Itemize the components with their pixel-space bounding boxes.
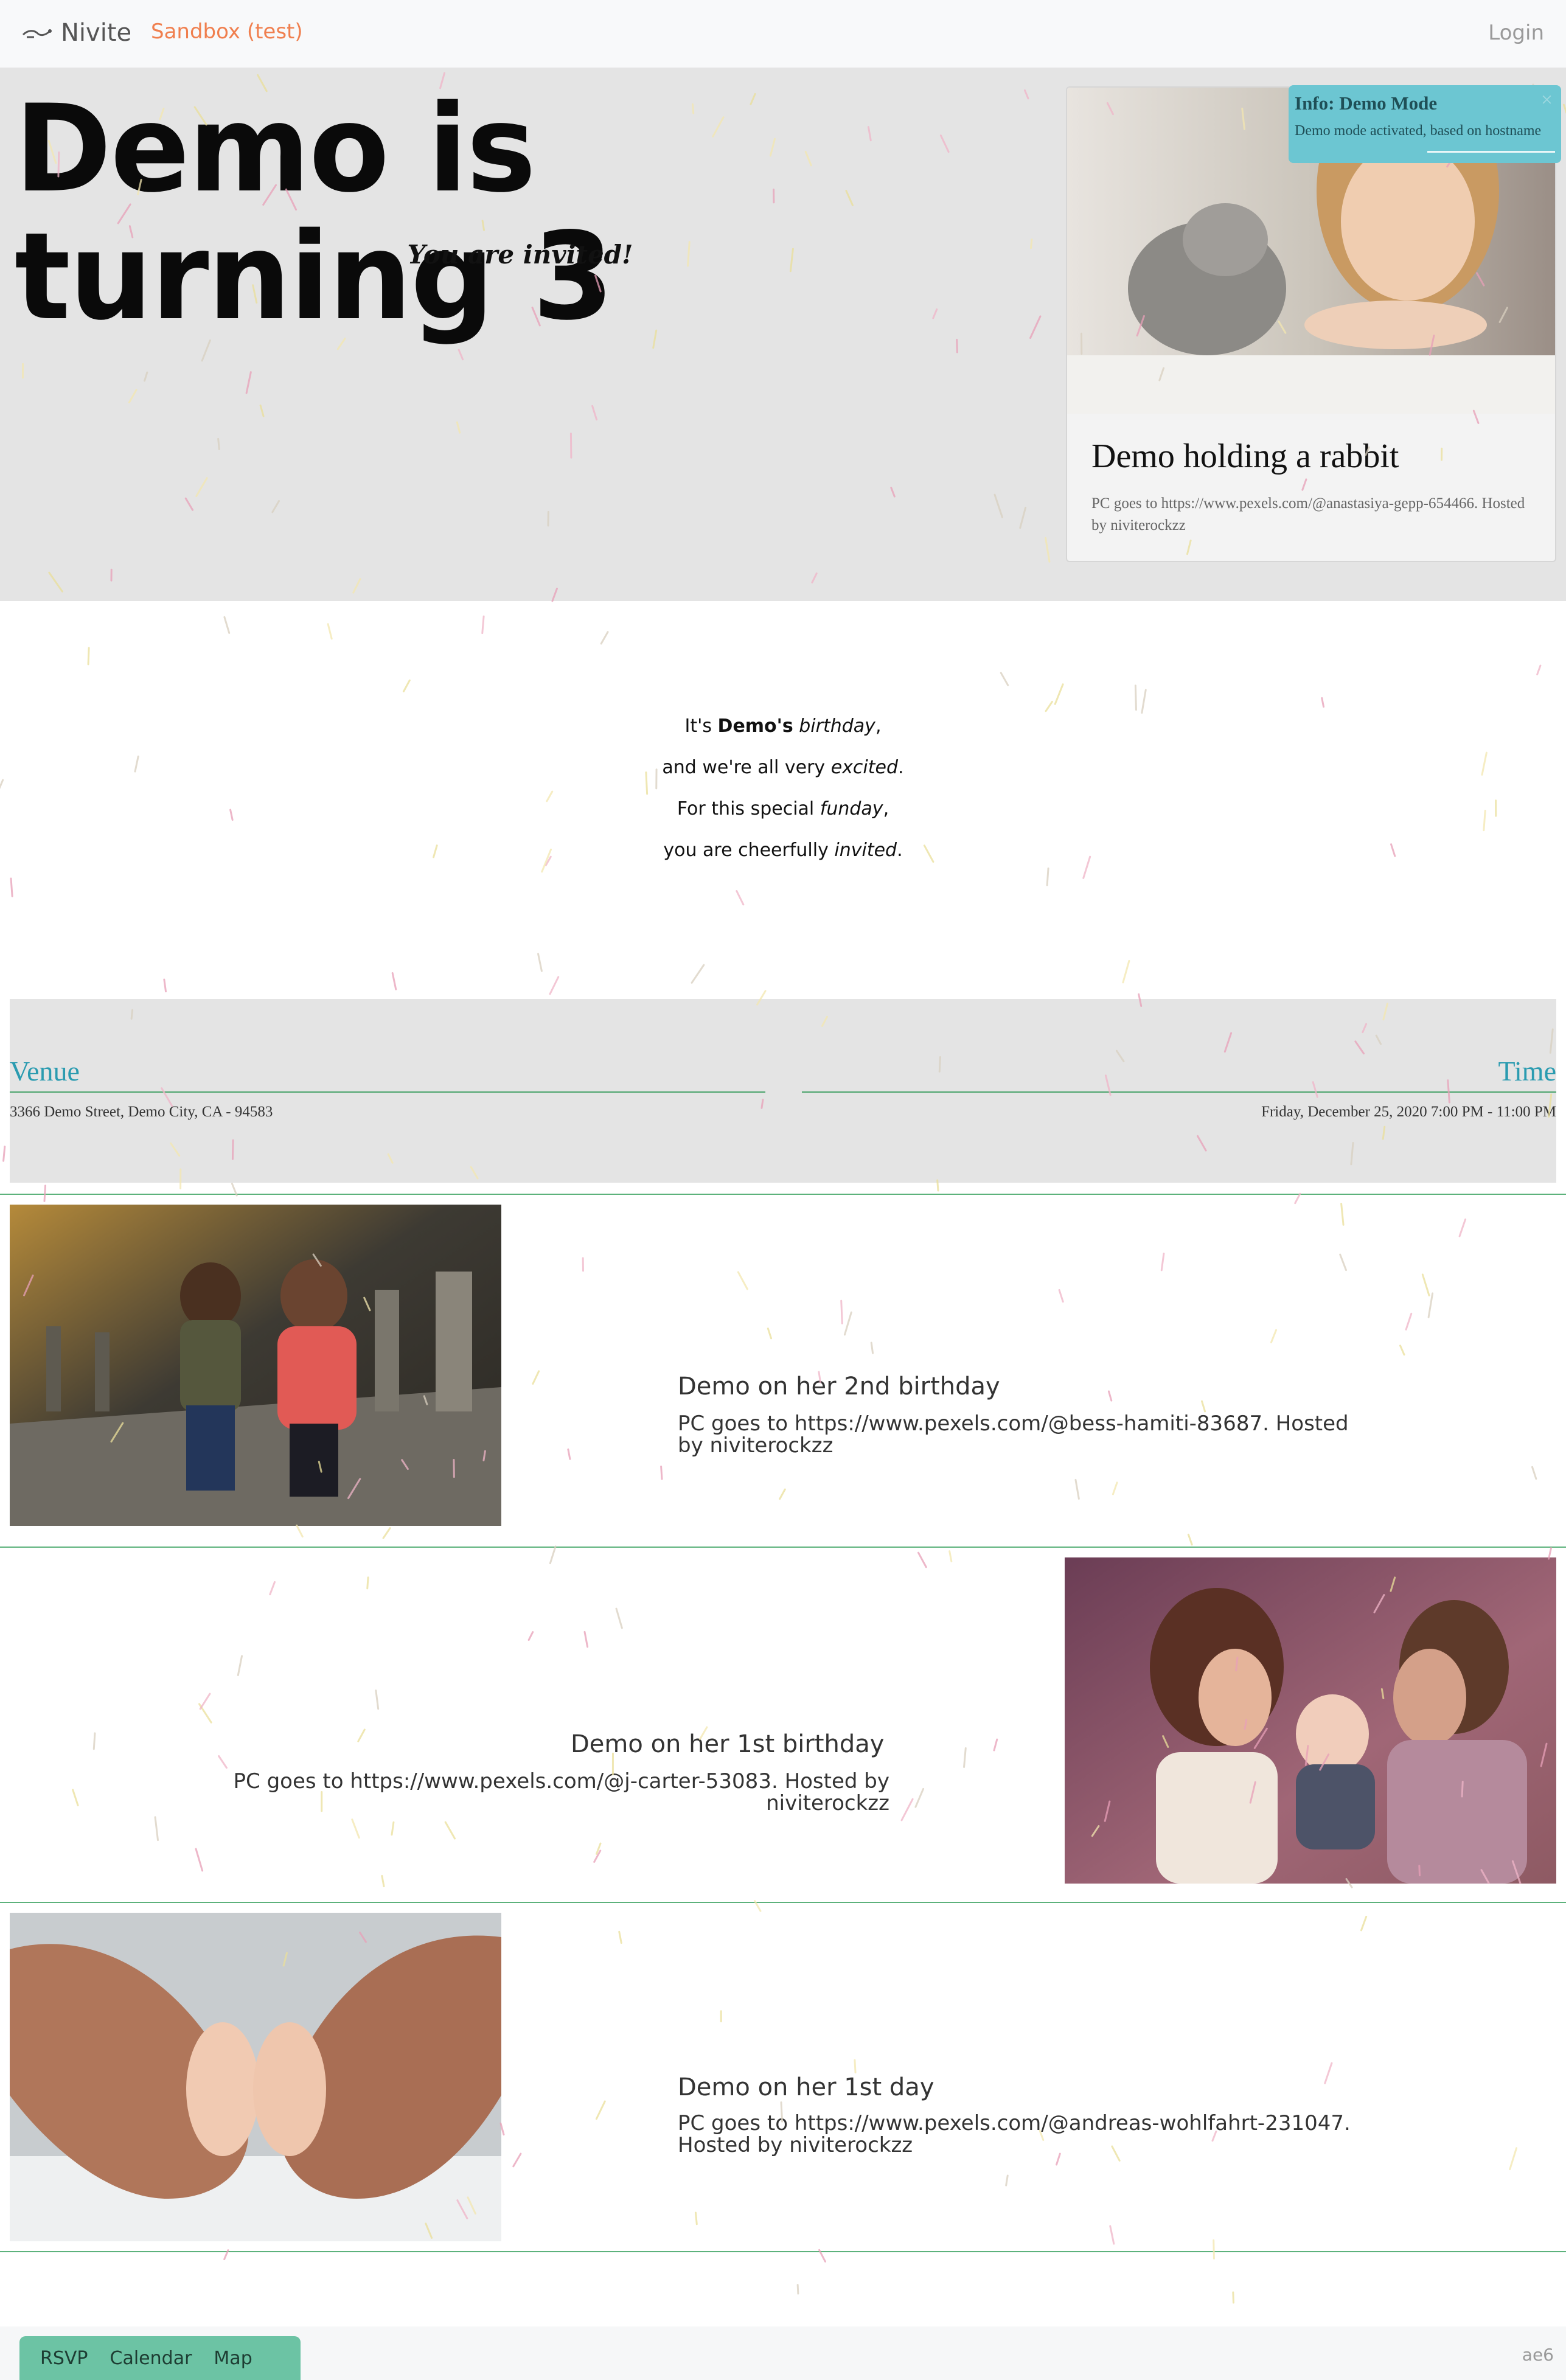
alert-message: Demo mode activated, based on hostname bbox=[1295, 123, 1542, 139]
hero-card-credit: PC goes to https://www.pexels.com/@anast… bbox=[1091, 495, 1525, 534]
divider bbox=[0, 1902, 1566, 1903]
environment-label: Sandbox (test) bbox=[151, 19, 303, 44]
gallery-item-title: Demo on her 1st day bbox=[678, 2073, 934, 2101]
gallery-item-credit: PC goes to https://www.pexels.com/@j-car… bbox=[233, 1769, 889, 1815]
confetti-streak bbox=[1122, 959, 1130, 984]
gallery-item-credit: PC goes to https://www.pexels.com/@andre… bbox=[678, 2111, 1351, 2157]
demo-mode-alert: Info: Demo Mode Demo mode activated, bas… bbox=[1289, 85, 1561, 163]
tab-calendar[interactable]: Calendar bbox=[88, 2348, 192, 2369]
confetti-streak bbox=[87, 647, 90, 666]
confetti-streak bbox=[327, 623, 333, 640]
poem-line: and we're all very excited. bbox=[662, 757, 904, 778]
confetti-streak bbox=[736, 890, 745, 906]
confetti-streak bbox=[549, 976, 560, 995]
confetti-streak bbox=[10, 877, 13, 897]
tab-rsvp[interactable]: RSVP bbox=[19, 2348, 88, 2369]
event-time[interactable]: Friday, December 25, 2020 7:00 PM - 11:0… bbox=[1261, 1104, 1556, 1121]
alert-timer-bar bbox=[1427, 151, 1555, 153]
time-heading: Time bbox=[1498, 1056, 1556, 1087]
bottom-tab-group: RSVP Calendar Map bbox=[19, 2336, 301, 2380]
bottom-navbar: RSVP Calendar Map ae6 bbox=[0, 2326, 1566, 2380]
confetti-streak bbox=[537, 953, 543, 972]
confetti-streak bbox=[1232, 2291, 1234, 2304]
baby-feet-in-hands-photo bbox=[10, 1913, 501, 2241]
confetti-streak bbox=[391, 972, 397, 990]
poem-line: you are cheerfully invited. bbox=[663, 840, 903, 861]
hero-subtitle: You are invited! bbox=[407, 240, 633, 270]
venue-heading: Venue bbox=[10, 1056, 80, 1087]
nivite-logo-icon bbox=[22, 29, 52, 38]
confetti-streak bbox=[1000, 672, 1009, 686]
divider bbox=[0, 1194, 1566, 1195]
login-link[interactable]: Login bbox=[1488, 21, 1544, 45]
confetti-streak bbox=[1054, 683, 1064, 705]
poem-line: For this special funday, bbox=[677, 798, 889, 819]
close-icon[interactable]: × bbox=[1541, 89, 1553, 112]
divider bbox=[802, 1091, 1556, 1093]
poem-line: It's Demo's birthday, bbox=[684, 715, 882, 737]
page-title: Demo is turning 3 bbox=[15, 78, 614, 347]
confetti-streak bbox=[163, 978, 167, 993]
version-label: ae6 bbox=[1522, 2345, 1554, 2365]
confetti-streak bbox=[223, 616, 231, 634]
invitation-poem: It's Demo's birthday, and we're all very… bbox=[0, 706, 1566, 871]
confetti-streak bbox=[600, 631, 609, 645]
confetti-streak bbox=[481, 615, 485, 635]
divider bbox=[10, 1091, 765, 1093]
gallery-item: Demo on her 2nd birthday PC goes to http… bbox=[0, 1195, 1566, 1545]
divider bbox=[0, 2251, 1566, 2252]
gallery-item-title: Demo on her 1st birthday bbox=[571, 1730, 885, 1758]
parents-with-baby-photo bbox=[1065, 1557, 1556, 1884]
event-details: Venue 3366 Demo Street, Demo City, CA - … bbox=[10, 999, 1556, 1183]
gallery-item-title: Demo on her 2nd birthday bbox=[678, 1373, 1000, 1401]
venue-address[interactable]: 3366 Demo Street, Demo City, CA - 94583 bbox=[10, 1104, 273, 1121]
confetti-streak bbox=[691, 964, 705, 984]
top-navbar: Nivite Sandbox (test) Login bbox=[0, 0, 1566, 68]
brand-name: Nivite bbox=[61, 19, 132, 47]
tab-map[interactable]: Map bbox=[192, 2348, 252, 2369]
brand-link[interactable]: Nivite bbox=[22, 15, 131, 51]
alert-title: Info: Demo Mode bbox=[1295, 92, 1438, 114]
gallery-item: Demo on her 1st birthday PC goes to http… bbox=[0, 1548, 1566, 1902]
two-children-photo bbox=[10, 1205, 501, 1526]
confetti-streak bbox=[1536, 664, 1542, 676]
confetti-streak bbox=[402, 679, 411, 692]
hero-card-title: Demo holding a rabbit bbox=[1091, 437, 1399, 475]
gallery-item-credit: PC goes to https://www.pexels.com/@bess-… bbox=[678, 1411, 1349, 1458]
confetti-streak bbox=[2, 1146, 6, 1162]
divider bbox=[0, 1547, 1566, 1548]
gallery-item: Demo on her 1st day PC goes to https://w… bbox=[0, 1903, 1566, 2251]
